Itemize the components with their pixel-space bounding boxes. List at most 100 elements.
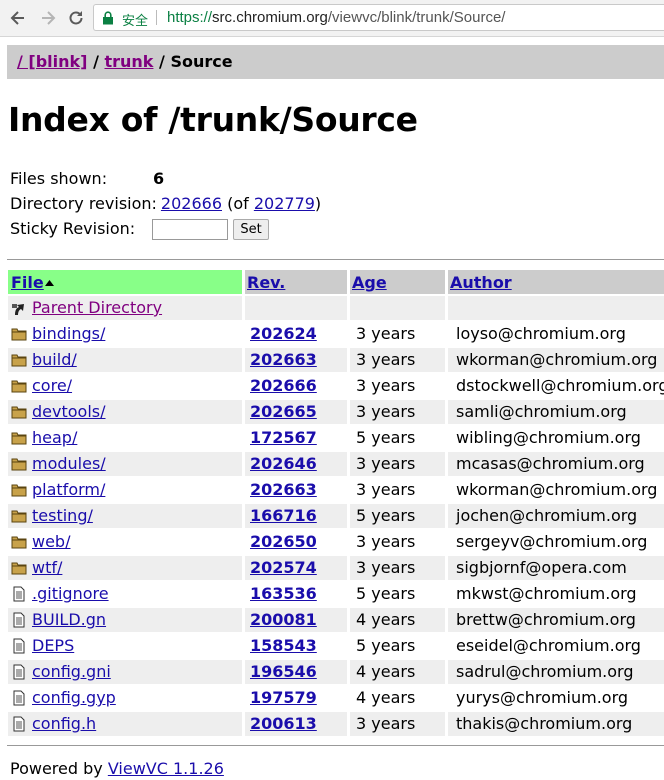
rev-value: 163536 xyxy=(250,584,317,603)
revision-link[interactable]: 158543 xyxy=(250,636,317,655)
author-value: dstockwell@chromium.org xyxy=(456,376,664,395)
breadcrumb-current: Source xyxy=(170,52,233,71)
revision-link[interactable]: 163536 xyxy=(250,584,317,603)
revision-link[interactable]: 202666 xyxy=(250,376,317,395)
entry-link[interactable]: .gitignore xyxy=(32,584,109,603)
age-value: 3 years xyxy=(356,532,416,551)
file-icon xyxy=(13,638,25,654)
entry-link[interactable]: BUILD.gn xyxy=(32,610,106,629)
table-row: config.gni 196546 4 years sadrul@chromium.o… xyxy=(7,660,664,684)
revision-link[interactable]: 196546 xyxy=(250,662,317,681)
sort-by-rev-link[interactable]: Rev. xyxy=(247,273,285,292)
rev-value: 172567 xyxy=(250,428,317,447)
age-value: 3 years xyxy=(356,714,416,733)
entry-link[interactable]: wtf/ xyxy=(32,558,62,577)
viewvc-link[interactable]: ViewVC 1.1.26 xyxy=(108,759,224,778)
forward-arrow-icon[interactable] xyxy=(38,8,58,28)
entry-link[interactable]: config.gni xyxy=(32,662,111,681)
directory-revision-label: Directory revision: xyxy=(10,194,157,213)
revision-link[interactable]: 202624 xyxy=(250,324,317,343)
entry-name: core/ xyxy=(32,376,72,395)
entry-name: modules/ xyxy=(32,454,106,473)
file-cell: .gitignore xyxy=(8,582,242,606)
entry-link[interactable]: devtools/ xyxy=(32,402,106,421)
folder-icon xyxy=(11,562,27,575)
entry-name: .gitignore xyxy=(32,584,109,603)
file-cell: heap/ xyxy=(8,426,242,450)
rev-cell: 200081 xyxy=(245,608,347,632)
secure-label: 安全 xyxy=(122,14,149,29)
entry-link[interactable]: web/ xyxy=(32,532,70,551)
entry-name: DEPS xyxy=(32,636,74,655)
table-row: config.gyp 197579 4 years yurys@chromium.or… xyxy=(7,686,664,710)
entry-link[interactable]: DEPS xyxy=(32,636,74,655)
table-row: heap/172567 5 years wibling@chromium.org xyxy=(7,426,664,450)
entry-link[interactable]: build/ xyxy=(32,350,77,369)
revision-link[interactable]: 200613 xyxy=(250,714,317,733)
entry-link[interactable]: modules/ xyxy=(32,454,106,473)
file-icon xyxy=(13,586,25,602)
author-cell: brettw@chromium.org xyxy=(448,608,664,632)
rev-value: 202663 xyxy=(250,480,317,499)
entry-name: heap/ xyxy=(32,428,77,447)
revision-link[interactable]: 197579 xyxy=(250,688,317,707)
rev-cell: 202646 xyxy=(245,452,347,476)
author-value: wkorman@chromium.org xyxy=(456,350,658,369)
sort-by-author-link[interactable]: Author xyxy=(450,273,512,292)
address-divider xyxy=(156,10,157,25)
revision-link[interactable]: 202663 xyxy=(250,480,317,499)
age-value: 5 years xyxy=(356,506,416,525)
rev-value: 202666 xyxy=(250,376,317,395)
url-text[interactable]: https://src.chromium.org/viewvc/blink/tr… xyxy=(167,9,505,26)
rev-cell: 202574 xyxy=(245,556,347,580)
age-cell: 5 years xyxy=(350,504,445,528)
revision-link[interactable]: 172567 xyxy=(250,428,317,447)
entry-name: web/ xyxy=(32,532,70,551)
head-revision-link[interactable]: 202779 xyxy=(254,194,315,213)
entry-link[interactable]: testing/ xyxy=(32,506,93,525)
parent-directory-link[interactable]: Parent Directory xyxy=(32,298,162,317)
entry-link[interactable]: bindings/ xyxy=(32,324,105,343)
sort-by-age-link[interactable]: Age xyxy=(352,273,387,292)
revision-link[interactable]: 200081 xyxy=(250,610,317,629)
set-button[interactable]: Set xyxy=(233,219,269,240)
sort-by-file-link[interactable]: File xyxy=(11,273,44,292)
revision-link[interactable]: 202663 xyxy=(250,350,317,369)
directory-revision-row: Directory revision: 202666 (of 202779) xyxy=(10,194,321,213)
sticky-revision-input[interactable] xyxy=(152,219,228,240)
revision-link[interactable]: 202665 xyxy=(250,402,317,421)
author-value: mkwst@chromium.org xyxy=(456,584,637,603)
back-arrow-icon[interactable] xyxy=(8,8,28,28)
folder-icon xyxy=(11,328,27,341)
revision-link[interactable]: 202650 xyxy=(250,532,317,551)
author-cell: sigbjornf@opera.com xyxy=(448,556,664,580)
entry-link[interactable]: config.gyp xyxy=(32,688,116,707)
rev-value: 202624 xyxy=(250,324,317,343)
address-bar[interactable]: 安全 https://src.chromium.org/viewvc/blink… xyxy=(93,4,664,31)
footer-prefix: Powered by xyxy=(10,759,108,778)
entry-link[interactable]: platform/ xyxy=(32,480,105,499)
directory-revision-link[interactable]: 202666 xyxy=(161,194,222,213)
age-cell: 5 years xyxy=(350,426,445,450)
breadcrumb-trunk-link[interactable]: trunk xyxy=(104,52,153,71)
file-icon xyxy=(13,716,25,732)
revision-link[interactable]: 202574 xyxy=(250,558,317,577)
age-cell: 3 years xyxy=(350,556,445,580)
file-cell: config.h xyxy=(8,712,242,736)
age-value: 3 years xyxy=(356,558,416,577)
table-row: bindings/202624 3 years loyso@chromium.org xyxy=(7,322,664,346)
rev-cell: 197579 xyxy=(245,686,347,710)
entry-link[interactable]: core/ xyxy=(32,376,72,395)
revision-link[interactable]: 202646 xyxy=(250,454,317,473)
author-cell: eseidel@chromium.org xyxy=(448,634,664,658)
file-cell: config.gni xyxy=(8,660,242,684)
table-row: DEPS 158543 5 years eseidel@chromium.org xyxy=(7,634,664,658)
entry-link[interactable]: heap/ xyxy=(32,428,77,447)
revision-link[interactable]: 166716 xyxy=(250,506,317,525)
entry-link[interactable]: config.h xyxy=(32,714,96,733)
reload-icon[interactable] xyxy=(66,8,86,28)
files-shown-label: Files shown: xyxy=(10,169,108,188)
breadcrumb-root-link[interactable]: / [blink] xyxy=(17,52,88,71)
folder-icon xyxy=(11,406,27,419)
table-row: devtools/202665 3 years samli@chromium.org xyxy=(7,400,664,424)
